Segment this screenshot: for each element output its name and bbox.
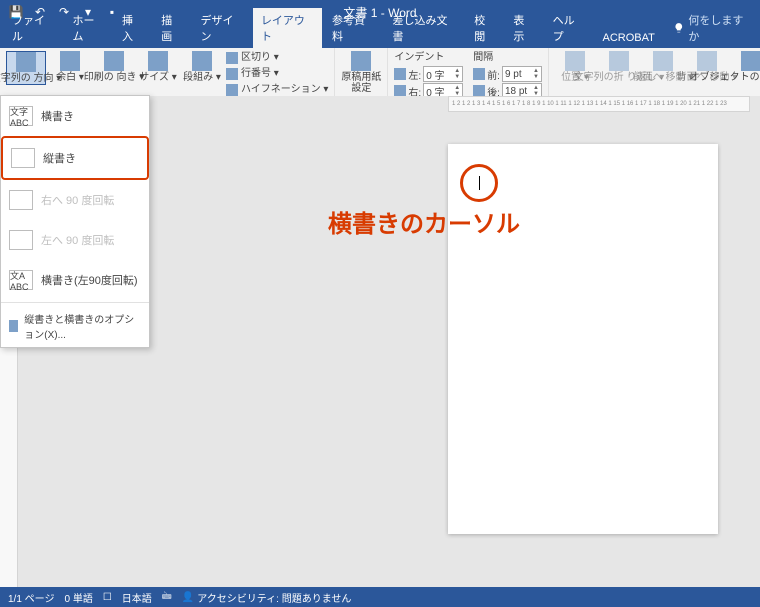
margins-icon	[60, 51, 80, 71]
spacing-before-row: 前: 9 pt▲▼	[473, 66, 542, 82]
columns-button[interactable]: 段組み ▾	[182, 51, 222, 83]
text-direction-icon	[16, 52, 36, 72]
annotation-text: 横書きのカーソル	[328, 204, 520, 239]
hyphenation-icon	[226, 84, 238, 96]
text-direction-button[interactable]: 文字列の 方向 ▾	[6, 51, 46, 85]
dd-separator	[1, 302, 149, 303]
text-cursor-icon	[479, 176, 480, 190]
ribbon-tabs: ファイル ホーム 挿入 描画 デザイン レイアウト 参考資料 差し込み文書 校閲…	[0, 24, 760, 48]
breaks-icon	[226, 52, 238, 64]
dd-item-rotate-right[interactable]: 右へ 90 度回転	[1, 180, 149, 220]
lightbulb-icon	[673, 22, 685, 34]
dd-rotate-left-icon	[9, 230, 33, 250]
wrap-icon	[609, 51, 629, 71]
dd-item-vertical[interactable]: 縦書き	[1, 136, 149, 180]
tab-view[interactable]: 表示	[505, 8, 542, 48]
dd-rotate-right-icon	[9, 190, 33, 210]
tab-review[interactable]: 校閲	[466, 8, 503, 48]
spacing-before-input[interactable]: 9 pt▲▼	[502, 66, 542, 82]
accessibility-icon: 👤	[182, 592, 194, 603]
cursor-callout-circle	[460, 164, 498, 202]
forward-icon	[653, 51, 673, 71]
statusbar: 1/1 ページ 0 単語 ☐ 日本語 🖮 👤 アクセシビリティ: 問題ありません	[0, 587, 760, 607]
breaks-button[interactable]: 区切り ▾	[226, 51, 328, 65]
spacing-label: 間隔	[473, 51, 542, 65]
dd-item-horizontal-rotated[interactable]: 文A ABC 横書き(左90度回転)	[1, 260, 149, 300]
tab-insert[interactable]: 挿入	[114, 8, 151, 48]
status-insert-mode[interactable]: 🖮	[162, 589, 172, 606]
size-icon	[148, 51, 168, 71]
dd-item-horizontal[interactable]: 文字 ABC 横書き	[1, 96, 149, 136]
status-lang-check-icon[interactable]: ☐	[103, 592, 112, 603]
columns-label: 段組み ▾	[183, 72, 221, 83]
selection-pane-icon	[741, 51, 760, 71]
tab-draw[interactable]: 描画	[153, 8, 190, 48]
spacing-before-icon	[473, 68, 485, 80]
status-accessibility[interactable]: 👤 アクセシビリティ: 問題ありません	[182, 590, 352, 605]
genkou-button[interactable]: 原稿用紙設定	[341, 51, 381, 94]
size-button[interactable]: サイズ ▾	[138, 51, 178, 83]
tab-tell-me[interactable]: 何をしますか	[665, 8, 760, 48]
hyphenation-button[interactable]: ハイフネーション ▾	[226, 83, 328, 97]
margins-label: 余白 ▾	[56, 72, 84, 83]
tab-home[interactable]: ホーム	[64, 8, 112, 48]
line-numbers-icon	[226, 68, 238, 80]
dd-vertical-icon	[11, 148, 35, 168]
tab-layout[interactable]: レイアウト	[253, 8, 322, 48]
orientation-label: 印刷の 向き ▾	[84, 72, 145, 83]
indent-left-icon	[394, 68, 406, 80]
tab-help[interactable]: ヘルプ	[545, 8, 593, 48]
status-page[interactable]: 1/1 ページ	[8, 590, 54, 605]
horizontal-ruler[interactable]: 1 2 1 2 1 3 1 4 1 5 1 6 1 7 1 8 1 9 1 10…	[448, 96, 750, 112]
indent-label: インデント	[394, 51, 463, 65]
status-word-count[interactable]: 0 単語	[64, 590, 92, 605]
document-title: 文書 1 - Word	[343, 4, 416, 21]
dd-horizontal-rotated-icon: 文A ABC	[9, 270, 33, 290]
indent-left-input[interactable]: 0 字▲▼	[423, 66, 463, 82]
line-numbers-button[interactable]: 行番号 ▾	[226, 67, 328, 81]
document-page[interactable]	[448, 144, 718, 534]
size-label: サイズ ▾	[139, 72, 177, 83]
dd-options[interactable]: 縦書きと横書きのオプション(X)...	[1, 305, 149, 347]
indent-left-row: 左: 0 字▲▼	[394, 66, 463, 82]
dd-item-rotate-left[interactable]: 左へ 90 度回転	[1, 220, 149, 260]
tab-acrobat[interactable]: ACROBAT	[595, 28, 663, 48]
tab-design[interactable]: デザイン	[192, 8, 250, 48]
columns-icon	[192, 51, 212, 71]
tab-file[interactable]: ファイル	[4, 8, 62, 48]
position-icon	[565, 51, 585, 71]
orientation-icon	[104, 51, 124, 71]
text-direction-dropdown: 文字 ABC 横書き 縦書き 右へ 90 度回転 左へ 90 度回転 文A AB…	[0, 95, 150, 348]
dd-horizontal-icon: 文字 ABC	[9, 106, 33, 126]
status-language[interactable]: 日本語	[122, 590, 152, 605]
genkou-icon	[351, 51, 371, 71]
orientation-button[interactable]: 印刷の 向き ▾	[94, 51, 134, 83]
tell-me-label: 何をしますか	[688, 12, 752, 44]
backward-icon	[697, 51, 717, 71]
dd-options-icon	[9, 320, 18, 332]
send-backward-button[interactable]: 背面へ 移動 ▾	[687, 51, 727, 83]
genkou-label: 原稿用紙設定	[341, 72, 381, 94]
